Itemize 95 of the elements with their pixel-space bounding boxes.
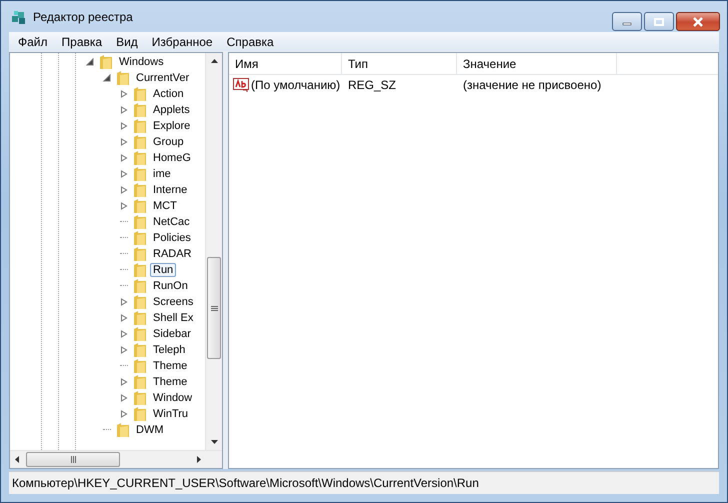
folder-icon: [133, 278, 147, 294]
expand-triangle-icon[interactable]: [120, 410, 128, 418]
maximize-icon: [654, 18, 664, 26]
status-path: Компьютер\HKEY_CURRENT_USER\Software\Microsoft\Windows\CurrentVersion\Run: [12, 476, 479, 490]
expand-triangle-icon[interactable]: [120, 330, 128, 338]
tree-item[interactable]: CurrentVer: [133, 71, 192, 85]
tree-item[interactable]: RADAR: [150, 247, 195, 261]
expand-triangle-icon[interactable]: [120, 346, 128, 354]
expand-triangle-icon[interactable]: [120, 90, 128, 98]
folder-icon: [133, 310, 147, 326]
tree-item[interactable]: Action: [150, 87, 187, 101]
folder-icon: [133, 150, 147, 166]
expand-triangle-icon[interactable]: [120, 394, 128, 402]
folder-icon: [133, 390, 147, 406]
tree-item[interactable]: Run: [150, 263, 176, 277]
expand-triangle-icon[interactable]: [120, 106, 128, 114]
folder-icon: [99, 54, 113, 70]
tree-item[interactable]: DWM: [133, 423, 166, 437]
close-icon: [692, 16, 704, 26]
folder-icon: [133, 358, 147, 374]
tree-item[interactable]: RunOn: [150, 279, 191, 293]
tree-item[interactable]: Theme: [150, 359, 190, 373]
tree-item[interactable]: MCT: [150, 199, 180, 213]
folder-icon: [133, 86, 147, 102]
folder-icon: [133, 230, 147, 246]
menu-item[interactable]: Файл: [11, 34, 55, 48]
table-cell-text: (значение не присвоено): [462, 78, 602, 92]
column-header[interactable]: Имя: [229, 53, 342, 74]
scroll-left-arrow-icon[interactable]: [15, 456, 19, 463]
tree-item[interactable]: WinTru: [150, 407, 192, 421]
folder-icon: [133, 182, 147, 198]
folder-icon: [133, 134, 147, 150]
tree-item[interactable]: Applets: [150, 103, 193, 117]
folder-icon: [133, 406, 147, 422]
collapse-triangle-icon[interactable]: [86, 58, 94, 66]
grip-icon: [70, 456, 76, 463]
column-header[interactable]: Значение: [457, 53, 617, 74]
tree-item[interactable]: NetCac: [150, 215, 193, 229]
tree-item[interactable]: HomeG: [150, 151, 194, 165]
folder-icon: [133, 118, 147, 134]
menu-item[interactable]: Вид: [109, 34, 145, 48]
folder-icon: [133, 326, 147, 342]
tree-item[interactable]: ime: [150, 167, 174, 181]
expand-triangle-icon[interactable]: [120, 186, 128, 194]
close-button[interactable]: [676, 12, 720, 31]
folder-icon: [116, 70, 130, 86]
menu-item[interactable]: Избранное: [144, 34, 220, 48]
menu-item[interactable]: Правка: [54, 34, 110, 48]
tree-item[interactable]: Window: [150, 391, 196, 405]
tree-item[interactable]: Theme: [150, 375, 190, 389]
folder-icon: [133, 342, 147, 358]
tree-item[interactable]: Screens: [150, 295, 196, 309]
scrollbar-thumb[interactable]: [207, 257, 221, 359]
window-title: Редактор реестра: [33, 10, 133, 24]
expand-triangle-icon[interactable]: [120, 202, 128, 210]
expand-triangle-icon[interactable]: [120, 170, 128, 178]
table-cell-text: REG_SZ: [347, 78, 398, 92]
folder-icon: [116, 422, 130, 438]
tree-item[interactable]: Explore: [150, 119, 194, 133]
scrollbar-thumb[interactable]: [26, 452, 120, 467]
folder-icon: [133, 102, 147, 118]
tree-item[interactable]: Teleph: [150, 343, 188, 357]
expand-triangle-icon[interactable]: [120, 154, 128, 162]
tree-item[interactable]: Shell Ex: [150, 311, 196, 325]
minimize-button[interactable]: [612, 12, 642, 31]
scroll-right-arrow-icon[interactable]: [197, 456, 201, 463]
string-value-icon: [233, 78, 249, 92]
horizontal-scrollbar[interactable]: [10, 450, 222, 468]
folder-icon: [133, 374, 147, 390]
tree-item[interactable]: Group: [150, 135, 187, 149]
expand-triangle-icon[interactable]: [120, 378, 128, 386]
expand-triangle-icon[interactable]: [120, 314, 128, 322]
tree-item[interactable]: Interne: [150, 183, 190, 197]
tree-item[interactable]: Windows: [116, 55, 167, 69]
folder-icon: [133, 262, 147, 278]
expand-triangle-icon[interactable]: [120, 298, 128, 306]
tree-item[interactable]: Sidebar: [150, 327, 194, 341]
registry-cubes-icon: [11, 8, 27, 24]
vertical-scrollbar[interactable]: [205, 53, 222, 450]
expand-triangle-icon[interactable]: [120, 122, 128, 130]
folder-icon: [133, 198, 147, 214]
tree-item[interactable]: Policies: [150, 231, 194, 245]
scroll-up-arrow-icon[interactable]: [210, 59, 218, 63]
menu-item[interactable]: Справка: [220, 34, 281, 48]
table-cell: (По умолчанию): [251, 78, 340, 92]
grip-icon: [210, 306, 218, 310]
folder-icon: [133, 214, 147, 230]
expand-triangle-icon[interactable]: [120, 138, 128, 146]
collapse-triangle-icon[interactable]: [103, 74, 111, 82]
folder-icon: [133, 166, 147, 182]
maximize-button[interactable]: [644, 12, 674, 31]
folder-icon: [133, 294, 147, 310]
column-header[interactable]: Тип: [342, 53, 457, 74]
folder-icon: [133, 246, 147, 262]
scroll-down-arrow-icon[interactable]: [210, 440, 218, 444]
